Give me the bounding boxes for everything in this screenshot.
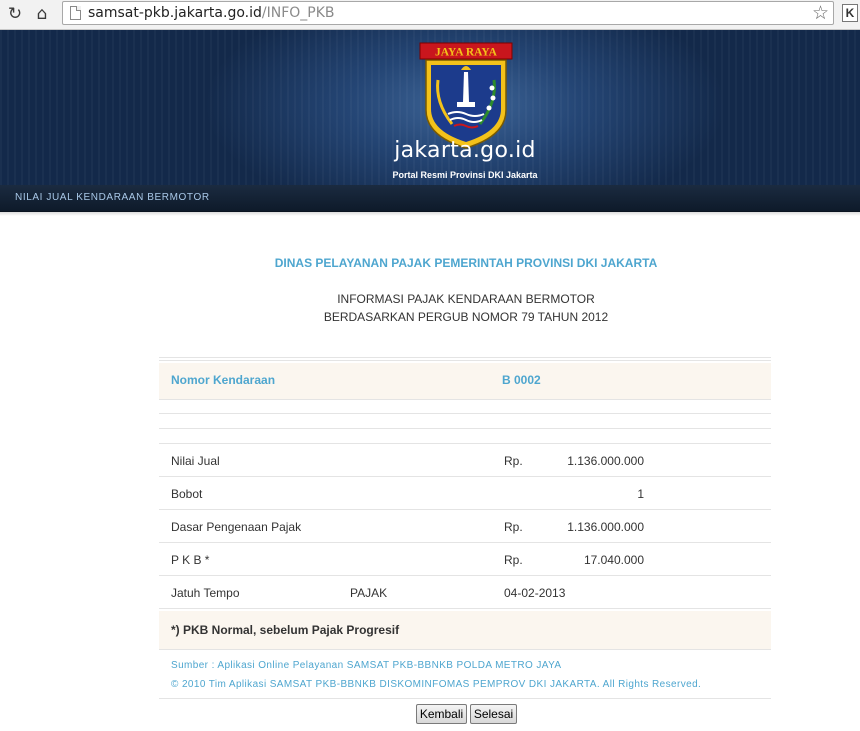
emblem-text: JAYA RAYA <box>435 47 498 59</box>
divider <box>159 360 771 361</box>
row-label-dasar-pengenaan: Dasar Pengenaan Pajak <box>171 520 302 534</box>
row-value-nilai-jual: 1.136.000.000 <box>567 454 644 468</box>
divider <box>159 399 771 400</box>
url-text: samsat-pkb.jakarta.go.id/INFO_PKB <box>88 5 335 21</box>
copyright-note: © 2010 Tim Aplikasi SAMSAT PKB-BBNKB DIS… <box>171 679 702 690</box>
progressive-tax-note: *) PKB Normal, sebelum Pajak Progresif <box>171 623 400 637</box>
row-label-pkb: P K B * <box>171 553 210 567</box>
site-banner: JAYA RAYA jakarta.go.id Portal Resmi Pro… <box>0 30 860 185</box>
row-value-dasar-pengenaan: 1.136.000.000 <box>567 520 644 534</box>
row-value-pkb: 17.040.000 <box>583 553 644 567</box>
home-icon[interactable]: ⌂ <box>31 3 53 25</box>
back-button[interactable]: Kembali <box>416 704 467 724</box>
divider <box>159 443 771 444</box>
due-label: Jatuh Tempo <box>171 586 240 600</box>
extension-icon[interactable]: K <box>842 4 858 22</box>
plate-label: Nomor Kendaraan <box>171 373 276 387</box>
url-host: samsat-pkb.jakarta.go.id <box>88 5 262 21</box>
page-subtitle: BERDASARKAN PERGUB NOMOR 79 TAHUN 2012 <box>323 310 609 324</box>
done-button[interactable]: Selesai <box>470 704 517 724</box>
due-date: 04-02-2013 <box>504 586 566 600</box>
page-icon <box>70 6 81 20</box>
divider <box>159 428 771 429</box>
plate-value: B 0002 <box>502 373 541 387</box>
sub-navigation-bar: NILAI JUAL KENDARAAN BERMOTOR <box>0 185 860 212</box>
divider <box>159 357 771 358</box>
divider <box>159 575 771 576</box>
source-note: Sumber : Aplikasi Online Pelayanan SAMSA… <box>171 660 562 671</box>
divider <box>159 476 771 477</box>
divider <box>159 698 771 699</box>
divider <box>159 649 771 650</box>
nav-label[interactable]: NILAI JUAL KENDARAAN BERMOTOR <box>15 192 210 203</box>
agency-title: DINAS PELAYANAN PAJAK PEMERINTAH PROVINS… <box>274 256 658 270</box>
url-path: /INFO_PKB <box>261 5 335 21</box>
site-tagline: Portal Resmi Provinsi DKI Jakarta <box>392 170 538 180</box>
divider <box>159 509 771 510</box>
divider <box>159 413 771 414</box>
divider <box>159 608 771 609</box>
divider <box>159 542 771 543</box>
browser-toolbar: ↻ ⌂ samsat-pkb.jakarta.go.id/INFO_PKB ☆ … <box>0 0 860 30</box>
reload-icon[interactable]: ↻ <box>4 3 26 25</box>
row-currency: Rp. <box>504 553 523 567</box>
page-title: INFORMASI PAJAK KENDARAAN BERMOTOR <box>337 292 595 306</box>
site-name: jakarta.go.id <box>394 138 536 163</box>
row-label-bobot: Bobot <box>171 487 203 501</box>
address-bar[interactable]: samsat-pkb.jakarta.go.id/INFO_PKB ☆ <box>62 1 834 25</box>
row-label-nilai-jual: Nilai Jual <box>171 454 220 468</box>
row-currency: Rp. <box>504 454 523 468</box>
row-currency: Rp. <box>504 520 523 534</box>
divider <box>0 212 860 216</box>
bookmark-star-icon[interactable]: ☆ <box>812 2 829 24</box>
jakarta-emblem-icon: JAYA RAYA <box>419 42 513 149</box>
due-type: PAJAK <box>350 586 388 600</box>
row-value-bobot: 1 <box>637 487 644 501</box>
